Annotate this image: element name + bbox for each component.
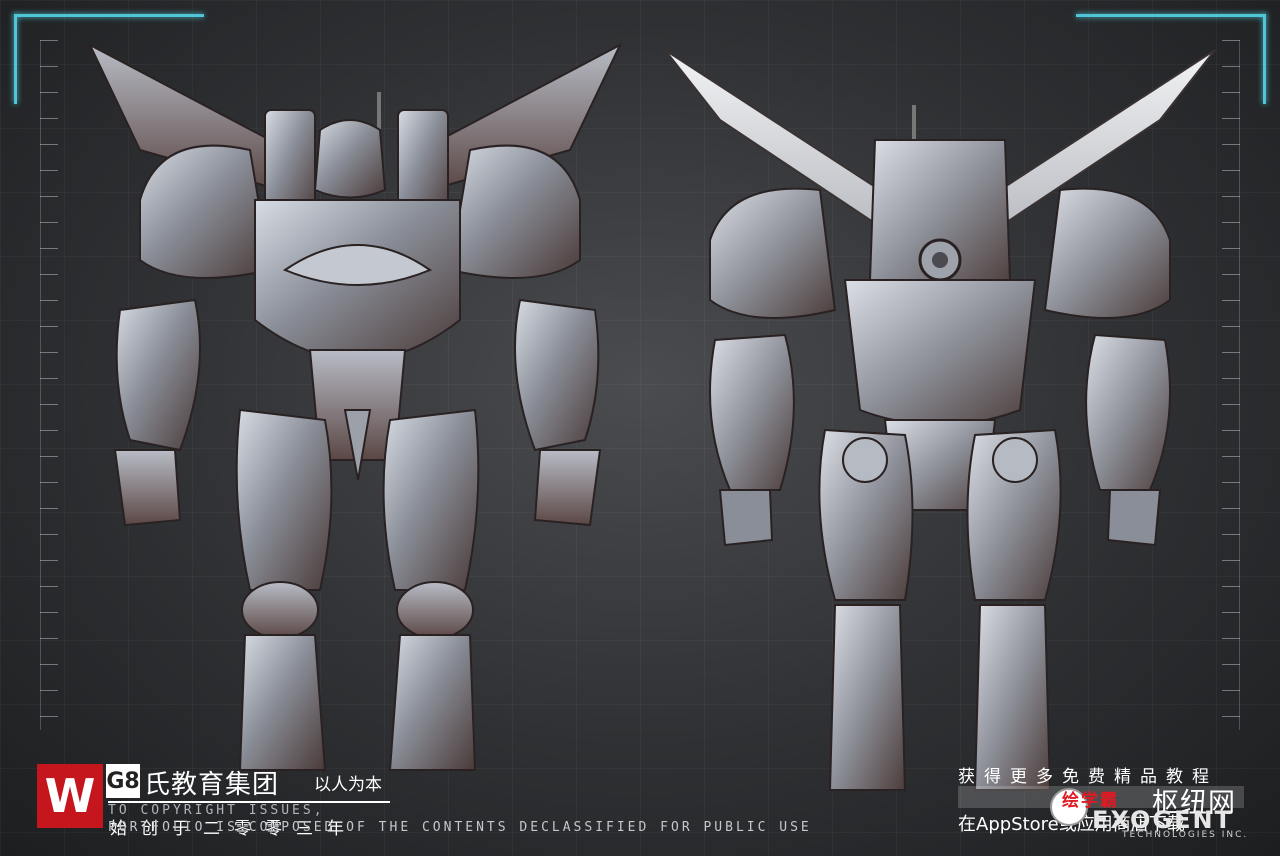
hud-corner-top-left <box>14 14 204 17</box>
group-name: 氏教育集团 <box>144 770 280 800</box>
hud-corner-top-right <box>1076 14 1266 17</box>
robot-back-view <box>664 49 1216 791</box>
hud-corner-top-right-vertical <box>1263 14 1266 104</box>
logo-badge: G8 <box>106 764 140 798</box>
hud-corner-top-left-vertical <box>14 14 17 104</box>
company-subtitle: TECHNOLOGIES INC. <box>1122 830 1249 840</box>
right-ruler <box>1222 40 1240 730</box>
logo-w-mark: W <box>37 764 103 828</box>
robot-front-view <box>87 42 623 771</box>
portfolio-text: PORTFOLIO IS COMPOSED OF THE CONTENTS DE… <box>108 820 812 835</box>
slogan: 以人为本 <box>314 775 382 795</box>
left-ruler <box>40 40 58 730</box>
